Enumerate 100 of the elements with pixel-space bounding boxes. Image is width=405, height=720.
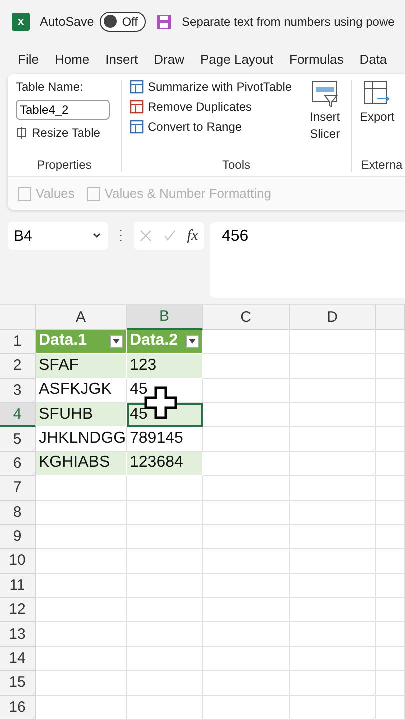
- menu-tab[interactable]: Draw: [154, 52, 184, 67]
- grid-cell[interactable]: [290, 354, 376, 379]
- grid-cell[interactable]: [290, 330, 376, 354]
- check-icon[interactable]: [164, 230, 176, 242]
- grid-cell[interactable]: [36, 476, 127, 500]
- row-header[interactable]: 5: [0, 427, 36, 452]
- row-header[interactable]: 13: [0, 622, 36, 647]
- grid-cell[interactable]: [376, 354, 405, 379]
- name-box[interactable]: B4: [8, 222, 108, 250]
- grid-cell[interactable]: [376, 598, 405, 622]
- grid-cell[interactable]: [203, 598, 290, 622]
- row-header[interactable]: 4: [0, 402, 36, 428]
- row-header[interactable]: 10: [0, 549, 36, 574]
- grid-cell[interactable]: [290, 524, 376, 550]
- row-header[interactable]: 7: [0, 476, 36, 500]
- grid-cell[interactable]: [290, 378, 376, 403]
- grid-cell[interactable]: [127, 500, 203, 525]
- grid-cell[interactable]: [203, 671, 290, 696]
- grid-cell[interactable]: [203, 646, 290, 672]
- grid-cell[interactable]: [376, 574, 405, 598]
- menu-tab[interactable]: Home: [54, 52, 90, 67]
- row-header[interactable]: 2: [0, 354, 36, 379]
- grid-cell[interactable]: [290, 427, 376, 452]
- grid-cell[interactable]: [36, 622, 127, 647]
- grid-cell[interactable]: [290, 646, 376, 672]
- grid-cell[interactable]: [127, 598, 203, 622]
- column-header[interactable]: [376, 305, 405, 330]
- grid-cell[interactable]: [203, 354, 290, 379]
- select-all-corner[interactable]: [0, 305, 36, 330]
- grid-cell[interactable]: [203, 330, 290, 354]
- grid-cell[interactable]: [127, 574, 203, 598]
- grid-cell[interactable]: [127, 476, 203, 500]
- grid-cell[interactable]: [290, 476, 376, 500]
- grid-cell[interactable]: [376, 549, 405, 574]
- row-header[interactable]: 6: [0, 452, 36, 476]
- ribbon-command[interactable]: Remove Duplicates: [130, 100, 292, 114]
- grid-cell[interactable]: [290, 598, 376, 622]
- grid-cell[interactable]: [290, 671, 376, 696]
- grid-cell[interactable]: [290, 574, 376, 598]
- grid-cell[interactable]: [290, 549, 376, 574]
- grid-cell[interactable]: [376, 524, 405, 550]
- grid-cell[interactable]: [376, 402, 405, 428]
- grid-cell[interactable]: [36, 598, 127, 622]
- insert-slicer-button[interactable]: Insert Slicer: [310, 80, 340, 158]
- row-header[interactable]: 3: [0, 378, 36, 403]
- filter-dropdown-icon[interactable]: [110, 334, 123, 348]
- row-header[interactable]: 8: [0, 500, 36, 525]
- menu-tab[interactable]: Data: [360, 52, 388, 67]
- row-header[interactable]: 15: [0, 671, 36, 696]
- cancel-icon[interactable]: [140, 230, 152, 242]
- save-icon[interactable]: [156, 14, 172, 30]
- grid-cell[interactable]: [36, 500, 127, 525]
- resize-table-button[interactable]: Resize Table: [16, 126, 110, 140]
- row-header[interactable]: 16: [0, 696, 36, 720]
- export-button[interactable]: Export: [360, 80, 395, 158]
- grid-cell[interactable]: [203, 476, 290, 500]
- grid-cell[interactable]: [203, 378, 290, 403]
- grid-cell[interactable]: [290, 402, 376, 428]
- grid-cell[interactable]: [203, 622, 290, 647]
- grid-cell[interactable]: [127, 549, 203, 574]
- grid-cell[interactable]: [203, 549, 290, 574]
- grid-cell[interactable]: [203, 524, 290, 550]
- grid-cell[interactable]: [290, 622, 376, 647]
- ribbon-command[interactable]: Convert to Range: [130, 120, 292, 134]
- grid-cell[interactable]: [290, 696, 376, 720]
- grid-cell[interactable]: [127, 622, 203, 647]
- row-header[interactable]: 9: [0, 524, 36, 550]
- column-header[interactable]: B: [127, 305, 203, 330]
- grid-cell[interactable]: [203, 696, 290, 720]
- menu-tab[interactable]: File: [18, 52, 39, 67]
- grid-cell[interactable]: [36, 696, 127, 720]
- column-header[interactable]: A: [36, 305, 127, 330]
- grid-cell[interactable]: [376, 671, 405, 696]
- grid-cell[interactable]: [376, 500, 405, 525]
- grid-cell[interactable]: [203, 452, 290, 476]
- grid-cell[interactable]: [376, 330, 405, 354]
- grid-cell[interactable]: [376, 427, 405, 452]
- row-header[interactable]: 12: [0, 598, 36, 622]
- filter-dropdown-icon[interactable]: [186, 334, 199, 348]
- grid-cell[interactable]: [376, 622, 405, 647]
- autosave-toggle[interactable]: Off: [100, 12, 146, 32]
- grid-cell[interactable]: [376, 452, 405, 476]
- grid-cell[interactable]: [36, 574, 127, 598]
- table-name-field[interactable]: Table4_2: [16, 100, 110, 120]
- grid-cell[interactable]: [36, 671, 127, 696]
- row-header[interactable]: 1: [0, 330, 36, 354]
- grid-cell[interactable]: [127, 696, 203, 720]
- menu-tab[interactable]: Insert: [106, 52, 138, 67]
- row-header[interactable]: 14: [0, 646, 36, 672]
- formula-field[interactable]: 456: [210, 222, 405, 298]
- grid-cell[interactable]: [127, 671, 203, 696]
- grid-cell[interactable]: [290, 452, 376, 476]
- grid-cell[interactable]: [203, 402, 290, 428]
- column-header[interactable]: C: [203, 305, 290, 330]
- row-header[interactable]: 11: [0, 574, 36, 598]
- grid-cell[interactable]: [36, 549, 127, 574]
- grid-cell[interactable]: [376, 378, 405, 403]
- column-header[interactable]: D: [290, 305, 376, 330]
- menu-tab[interactable]: Page Layout: [200, 52, 274, 67]
- grid-cell[interactable]: [127, 646, 203, 672]
